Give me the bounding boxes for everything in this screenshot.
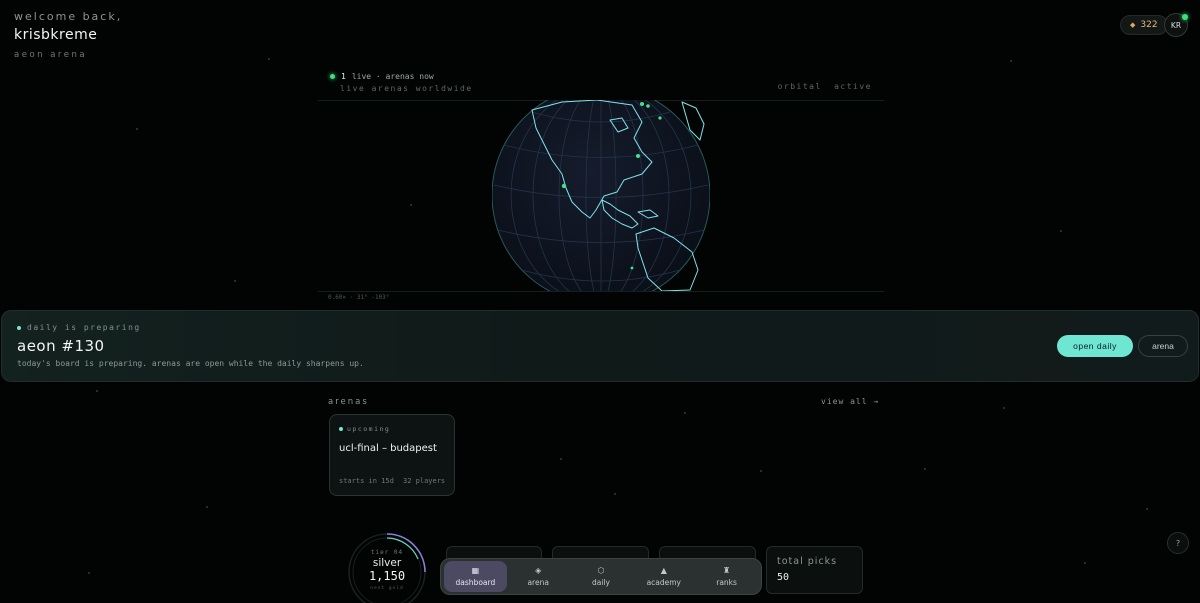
hexagon-icon: ⬡: [597, 565, 605, 575]
view-all-link[interactable]: view all →: [821, 397, 879, 406]
arenas-heading: arenas: [328, 397, 369, 407]
welcome-header: welcome back, krisbkreme aeon arena: [14, 10, 122, 60]
status-dot-icon: [17, 325, 21, 330]
live-indicator: 1 live · arenas now: [330, 72, 434, 81]
graduation-cap-icon: ▲: [660, 565, 667, 575]
tier-ring[interactable]: tier 04 silver 1,150 next gold: [346, 531, 428, 603]
tier-score: 1,150: [368, 569, 406, 583]
nav-daily[interactable]: ⬡ daily: [570, 561, 633, 592]
live-text: live · arenas now: [351, 72, 434, 81]
nav-dashboard[interactable]: ▦ dashboard: [444, 561, 507, 592]
nav-label: daily: [592, 577, 610, 587]
nav-label: ranks: [716, 577, 737, 587]
orbital-status: orbital active: [777, 82, 872, 91]
daily-title: aeon #130: [17, 337, 105, 355]
trophy-icon: ♜: [723, 565, 731, 575]
username: krisbkreme: [14, 27, 98, 43]
total-picks-label: total picks: [777, 556, 838, 567]
arena-button[interactable]: arena: [1138, 335, 1188, 357]
globe-bottom-divider: [318, 291, 884, 292]
arena-card-status-text: upcoming: [347, 425, 391, 433]
nav-label: arena: [527, 577, 549, 587]
grid-icon: ▦: [471, 565, 480, 575]
nav-ranks[interactable]: ♜ ranks: [695, 561, 758, 592]
coin-balance[interactable]: ◆ 322: [1120, 15, 1168, 35]
arena-card[interactable]: upcoming ucl-final – budapest starts in …: [329, 414, 455, 496]
tier-sub: next gold: [370, 586, 404, 591]
arena-card-title: ucl-final – budapest: [339, 443, 437, 454]
bottom-nav: ▦ dashboard ◈ arena ⬡ daily ▲ academy ♜ …: [440, 558, 762, 595]
arena-card-starts: starts in 15d: [339, 477, 394, 485]
help-button[interactable]: ?: [1167, 532, 1189, 554]
arena-card-status: upcoming: [339, 425, 390, 433]
coin-count: 322: [1140, 20, 1158, 30]
globe-visual[interactable]: [492, 100, 710, 291]
daily-banner: daily is preparing aeon #130 today's boa…: [1, 310, 1199, 382]
avatar-initials: KR: [1170, 20, 1182, 30]
status-dot-icon: [339, 427, 343, 431]
daily-status: daily is preparing: [17, 323, 141, 332]
total-picks-value: 50: [777, 572, 790, 583]
brand-name: aeon arena: [14, 50, 88, 60]
cube-icon: ◈: [535, 565, 542, 575]
arena-card-players: 32 players: [403, 477, 446, 485]
online-status-dot: [1182, 14, 1188, 20]
nav-label: dashboard: [455, 577, 496, 587]
globe-coordinates: 0.60× · 31° -103°: [328, 294, 390, 301]
nav-academy[interactable]: ▲ academy: [632, 561, 695, 592]
nav-arena[interactable]: ◈ arena: [507, 561, 570, 592]
daily-status-text: daily is preparing: [27, 323, 141, 332]
live-count: 1: [341, 72, 346, 81]
tier-name: silver: [372, 557, 402, 569]
user-avatar[interactable]: KR: [1164, 13, 1188, 37]
tier-label: tier 04: [370, 549, 404, 556]
globe-subtitle: live arenas worldwide: [340, 84, 473, 93]
daily-description: today's board is preparing. arenas are o…: [17, 359, 364, 368]
welcome-text: welcome back,: [14, 10, 123, 23]
nav-label: academy: [646, 577, 681, 587]
live-dot-icon: [330, 74, 335, 79]
diamond-icon: ◆: [1130, 21, 1136, 29]
globe-panel: 1 live · arenas now live arenas worldwid…: [318, 70, 884, 305]
open-daily-button[interactable]: open daily: [1057, 335, 1133, 357]
total-picks-card: total picks 50: [766, 546, 863, 594]
